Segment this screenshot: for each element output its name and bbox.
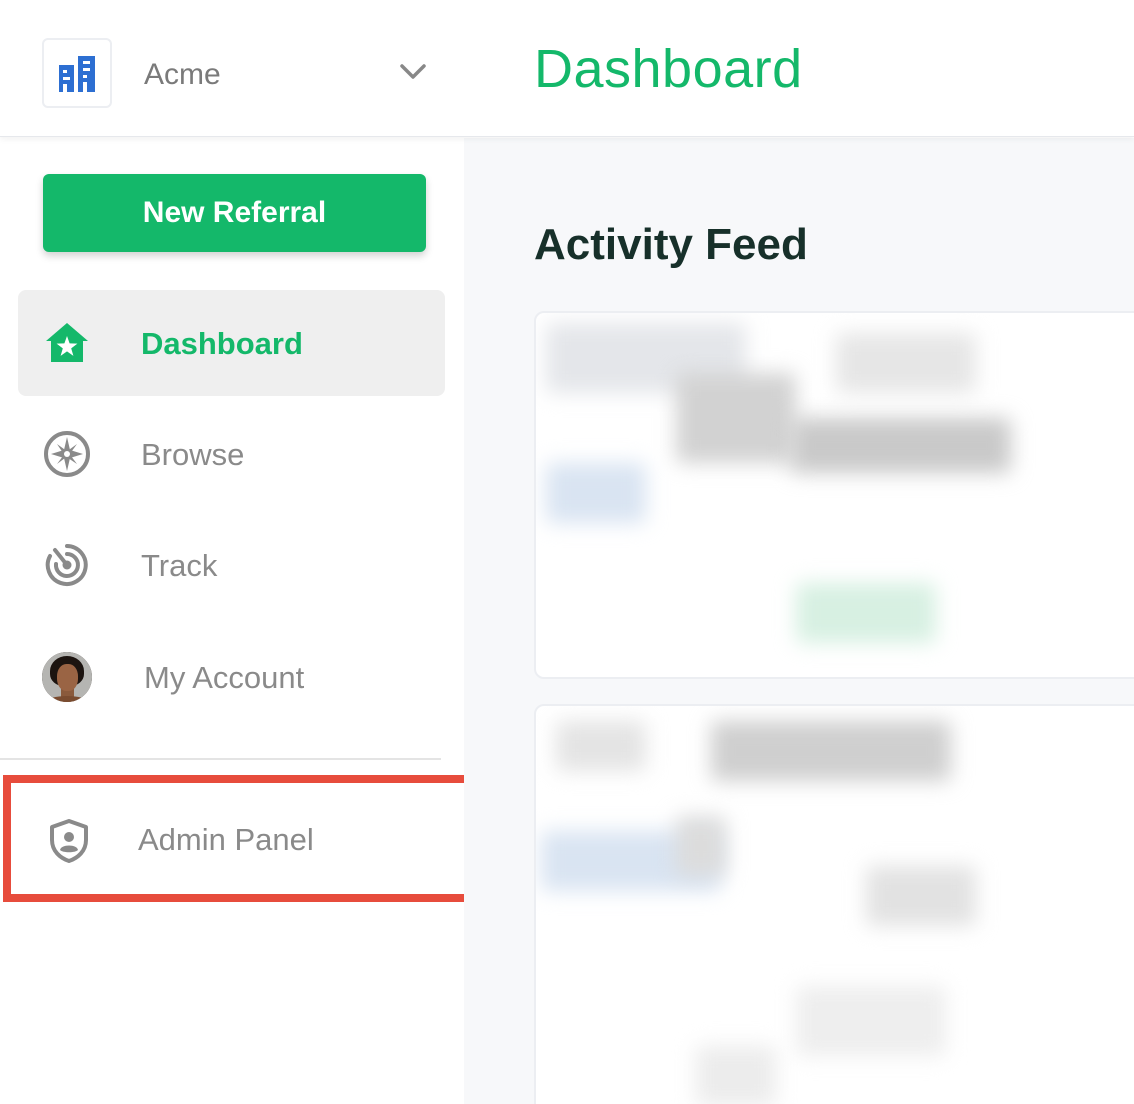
compass-icon [42,429,92,479]
blurred-content [696,1046,776,1104]
radar-icon [42,540,92,590]
org-name: Acme [144,58,221,91]
blurred-content [556,721,646,771]
blurred-content [546,463,646,523]
page-title: Dashboard [534,39,803,99]
sidebar-divider [0,758,441,760]
main-content: Activity Feed [464,138,1134,1104]
sidebar-item-dashboard[interactable]: Dashboard [18,290,445,396]
blurred-content [791,418,1011,473]
sidebar-item-admin-panel[interactable]: Admin Panel [20,786,440,896]
top-header: Acme Dashboard [0,0,1134,137]
sidebar-item-my-account[interactable]: My Account [18,624,445,730]
building-icon [42,38,112,108]
sidebar-item-label: My Account [144,660,305,695]
new-referral-button[interactable]: New Referral [43,174,426,252]
avatar [42,652,92,702]
sidebar-item-label: Track [141,548,218,583]
activity-feed-title: Activity Feed [534,220,808,269]
blurred-content [711,721,951,781]
blurred-content [676,373,796,463]
sidebar-item-track[interactable]: Track [18,512,445,618]
blurred-content [796,986,946,1056]
sidebar-item-label: Browse [141,437,245,472]
blurred-content [866,866,976,926]
activity-card[interactable] [534,311,1134,679]
sidebar-item-label: Dashboard [141,326,303,361]
blurred-content [836,333,976,393]
sidebar-item-browse[interactable]: Browse [18,401,445,507]
sidebar: New Referral Dashboard Browse Track My A… [0,138,492,1104]
activity-card[interactable] [534,704,1134,1104]
blurred-content [676,816,726,876]
shield-user-icon [44,816,94,866]
org-switcher[interactable]: Acme [42,38,442,110]
chevron-down-icon[interactable] [398,60,428,84]
sidebar-item-label: Admin Panel [138,822,314,857]
blurred-content [796,583,936,643]
home-star-icon [42,318,92,368]
